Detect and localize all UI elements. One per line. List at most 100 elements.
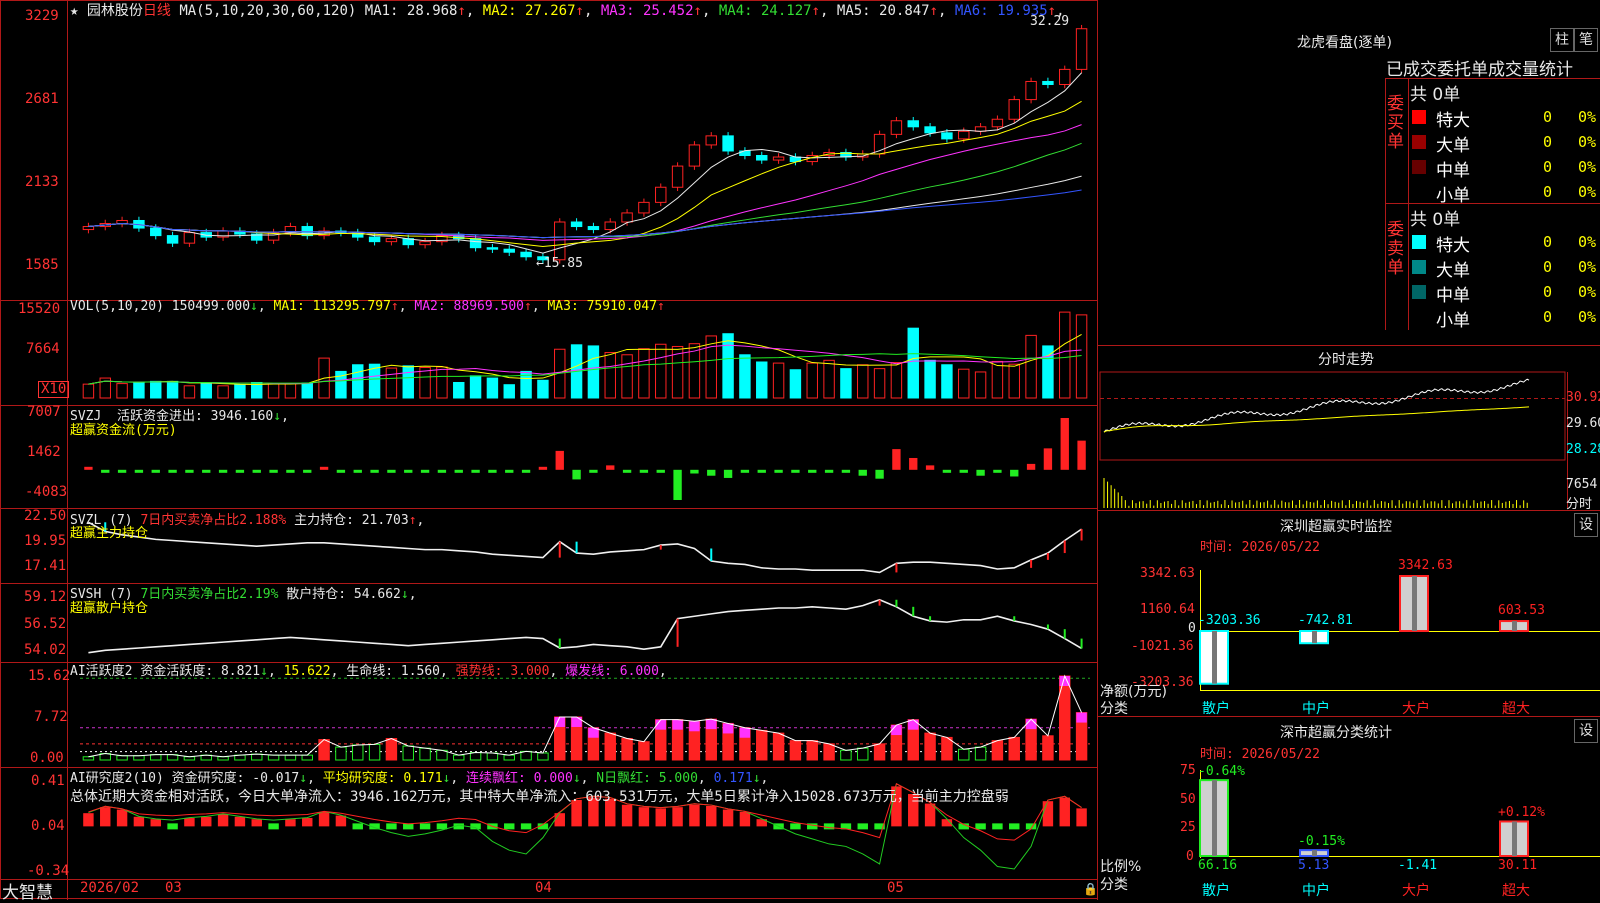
sz-class-tick: 0 <box>1186 849 1194 864</box>
sz-class-tick: 50 <box>1180 792 1196 807</box>
vol-arrow: ↓ <box>250 299 258 314</box>
volume-bar <box>621 354 633 399</box>
svzj-bar <box>134 469 144 473</box>
aihy-bar <box>486 752 499 761</box>
candle <box>183 232 196 244</box>
aiyj-bar <box>689 804 700 827</box>
lhb-tick-button[interactable]: 笔 <box>1574 28 1598 52</box>
vol-ma2: MA2: 88969.500 <box>414 299 524 314</box>
favorite-star-icon[interactable]: ★ <box>70 3 78 19</box>
lhb-sell-row-pct: 0% <box>1578 283 1597 301</box>
aiyj-bar <box>133 816 145 827</box>
candle <box>1025 80 1037 101</box>
aiyj-bar <box>739 811 751 827</box>
aiyj-bar <box>285 819 296 827</box>
lhb-sell-label: 委卖单 <box>1383 220 1403 277</box>
lhb-sell-row-count: 0 <box>1543 258 1553 276</box>
lhb-buy-row-swatch <box>1412 185 1426 199</box>
svzj-bar <box>319 466 329 470</box>
aiyj-bar <box>201 816 212 827</box>
aihy-bar <box>385 737 398 761</box>
aihy-bar <box>335 746 347 761</box>
lhb-buy-row-count: 0 <box>1543 108 1553 126</box>
svzl-pane <box>88 521 1083 574</box>
aihy-strongline: 强势线: 3.000 <box>455 664 550 679</box>
volume-bar <box>941 364 953 399</box>
candle <box>638 201 650 214</box>
aihy-bar-cap <box>706 719 717 730</box>
svzj-bar <box>858 469 867 476</box>
volume-bar <box>419 367 431 399</box>
svzj-bar <box>740 469 750 473</box>
lhb-bar-button[interactable]: 柱 <box>1550 28 1574 52</box>
svzj-bar <box>505 469 514 473</box>
left-frame <box>0 0 1098 899</box>
sz-monitor-settings-button[interactable]: 设 <box>1574 513 1598 537</box>
aihy-bar <box>116 755 128 761</box>
lhb-buy-row-count: 0 <box>1543 133 1553 151</box>
volume-bar <box>840 368 852 399</box>
svzj-bar <box>235 469 245 473</box>
volume-bar <box>284 383 297 399</box>
sz-class-bar-shade <box>1512 821 1517 856</box>
svzj-bar <box>791 469 800 473</box>
price-tick: 2133 <box>25 174 59 190</box>
sz-monitor-category: 中户 <box>1302 701 1330 717</box>
aihy-bar <box>469 751 482 761</box>
app-logo[interactable]: 大智慧 <box>2 878 53 903</box>
svzj-bar <box>723 469 733 478</box>
aiyj-bar <box>722 809 734 827</box>
aihy-bar <box>352 744 364 761</box>
lhb-sell-row-name: 大单 <box>1436 261 1470 281</box>
candle <box>385 238 398 243</box>
time-tick: 2026/02 <box>80 880 140 896</box>
price-tick: 2681 <box>25 91 59 107</box>
candle <box>520 251 532 258</box>
volume-bar <box>1008 363 1020 399</box>
svzj-bar <box>84 466 93 470</box>
svzj-bar <box>572 469 581 480</box>
volume-bar <box>352 364 364 399</box>
lhb-sell-row-count: 0 <box>1543 233 1553 251</box>
vol-tick: 7664 <box>26 341 60 357</box>
candle <box>486 247 499 250</box>
aihy-bar-cap <box>672 719 683 730</box>
candle <box>1075 28 1088 70</box>
svzj-pane <box>84 418 1086 500</box>
svzj-bar <box>1060 418 1069 470</box>
candle <box>890 120 903 135</box>
volume-bar <box>873 368 886 399</box>
main-chart-canvas[interactable] <box>0 0 1600 900</box>
ma-line-ma2 <box>88 100 1082 247</box>
aihy-bar <box>991 740 1004 761</box>
aiyj-value: 资金研究度: -0.017 <box>171 771 300 786</box>
sz-class-tick: 25 <box>1180 820 1196 835</box>
svzj-bar <box>589 469 598 473</box>
svsh-tick: 59.12 <box>24 589 67 605</box>
candle <box>655 186 667 203</box>
candle <box>166 235 179 244</box>
svzj-bar <box>303 469 312 473</box>
lhb-buy-row-count: 0 <box>1543 158 1553 176</box>
aiyj-bar <box>167 823 178 830</box>
vol-unit-box[interactable]: X10 <box>38 381 70 398</box>
stock-name: 园林股份 <box>86 3 143 19</box>
svzj-bar <box>404 469 413 473</box>
svzj-bar <box>959 469 968 473</box>
ma-line-ma1 <box>88 72 1082 254</box>
aihy-tick: 15.62 <box>28 668 71 684</box>
sz-monitor-bar-label: 603.53 <box>1498 603 1545 619</box>
svzj-bar <box>757 469 766 473</box>
price-tick: 3229 <box>25 8 59 24</box>
volume-bar <box>301 382 313 399</box>
aiyj-header: AI研究度2(10) 资金研究度: -0.017↓, 平均研究度: 0.171↓… <box>70 771 769 786</box>
sz-class-settings-button[interactable]: 设 <box>1574 719 1598 743</box>
period-label[interactable]: 日线 <box>143 3 171 19</box>
aihy-bar <box>1042 735 1054 761</box>
volume-pane <box>82 311 1088 399</box>
aiyj-bar <box>217 814 229 827</box>
lhb-sell-row-pct: 0% <box>1578 258 1597 276</box>
svzj-bar <box>252 469 261 473</box>
aiyj-summary: 总体近期大资金相对活跃，今日大单净流入：3946.162万元，其中特大单净流入：… <box>70 789 1009 805</box>
lock-icon[interactable]: 🔒 <box>1083 882 1098 896</box>
